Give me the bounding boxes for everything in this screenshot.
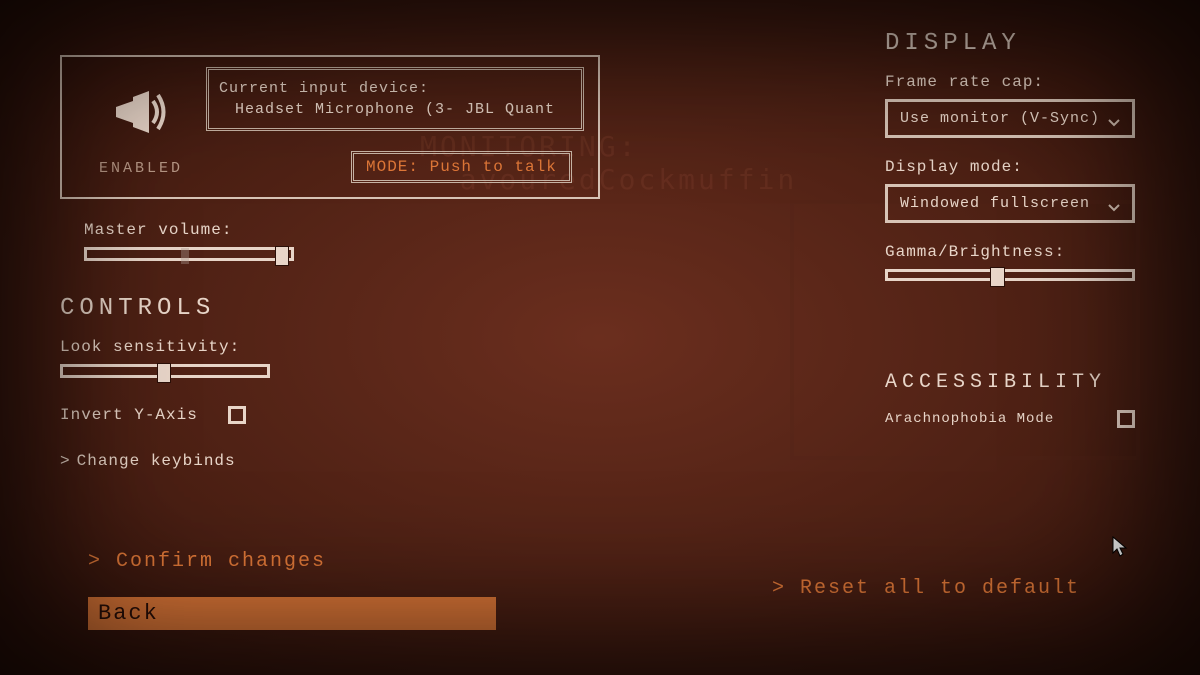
arachnophobia-label: Arachnophobia Mode bbox=[885, 411, 1054, 427]
gamma-thumb[interactable] bbox=[990, 267, 1005, 287]
caret-right-icon: > bbox=[88, 550, 116, 573]
display-mode-label: Display mode: bbox=[885, 158, 1145, 176]
reset-defaults-button[interactable]: > Reset all to default bbox=[772, 577, 1080, 600]
input-device-label: Current input device: bbox=[219, 78, 571, 99]
chevron-down-icon bbox=[1108, 200, 1120, 208]
change-keybinds-label: Change keybinds bbox=[77, 452, 236, 470]
gamma-label: Gamma/Brightness: bbox=[885, 243, 1145, 261]
master-volume-label: Master volume: bbox=[84, 221, 600, 239]
mouse-cursor-icon bbox=[1112, 536, 1128, 563]
master-volume-ghost bbox=[181, 248, 189, 264]
look-sensitivity-label: Look sensitivity: bbox=[60, 338, 600, 356]
voice-mode-button[interactable]: MODE: Push to talk bbox=[351, 151, 572, 183]
display-mode-dropdown[interactable]: Windowed fullscreen bbox=[885, 184, 1135, 223]
reset-defaults-label: Reset all to default bbox=[800, 577, 1080, 600]
master-volume-thumb[interactable] bbox=[275, 246, 289, 266]
voice-chat-panel: ENABLED Current input device: Headset Mi… bbox=[60, 55, 600, 199]
megaphone-icon bbox=[111, 87, 171, 137]
caret-right-icon: > bbox=[772, 577, 800, 600]
chevron-down-icon bbox=[1108, 115, 1120, 123]
accessibility-heading: ACCESSIBILITY bbox=[885, 371, 1145, 394]
frame-cap-label: Frame rate cap: bbox=[885, 73, 1145, 91]
input-device-value: Headset Microphone (3- JBL Quant bbox=[219, 99, 571, 120]
display-heading: DISPLAY bbox=[885, 30, 1145, 57]
voice-mode-prefix: MODE: bbox=[366, 158, 419, 176]
invert-y-label: Invert Y-Axis bbox=[60, 406, 198, 424]
confirm-changes-label: Confirm changes bbox=[116, 550, 326, 573]
back-button[interactable]: Back bbox=[88, 597, 496, 630]
change-keybinds-button[interactable]: > Change keybinds bbox=[60, 452, 600, 470]
frame-cap-dropdown[interactable]: Use monitor (V-Sync) bbox=[885, 99, 1135, 138]
input-device-box[interactable]: Current input device: Headset Microphone… bbox=[206, 67, 584, 131]
controls-heading: CONTROLS bbox=[60, 295, 600, 322]
frame-cap-value: Use monitor (V-Sync) bbox=[900, 110, 1100, 127]
look-sensitivity-slider[interactable] bbox=[60, 364, 270, 378]
voice-mode-value: Push to talk bbox=[430, 158, 557, 176]
invert-y-checkbox[interactable] bbox=[228, 406, 246, 424]
master-volume-slider[interactable] bbox=[84, 247, 294, 261]
arachnophobia-checkbox[interactable] bbox=[1117, 410, 1135, 428]
back-button-label: Back bbox=[98, 601, 159, 626]
gamma-slider[interactable] bbox=[885, 269, 1135, 281]
caret-right-icon: > bbox=[60, 452, 71, 470]
look-sensitivity-thumb[interactable] bbox=[157, 363, 171, 383]
voice-status-label: ENABLED bbox=[76, 160, 206, 177]
display-mode-value: Windowed fullscreen bbox=[900, 195, 1090, 212]
confirm-changes-button[interactable]: > Confirm changes bbox=[88, 550, 496, 573]
